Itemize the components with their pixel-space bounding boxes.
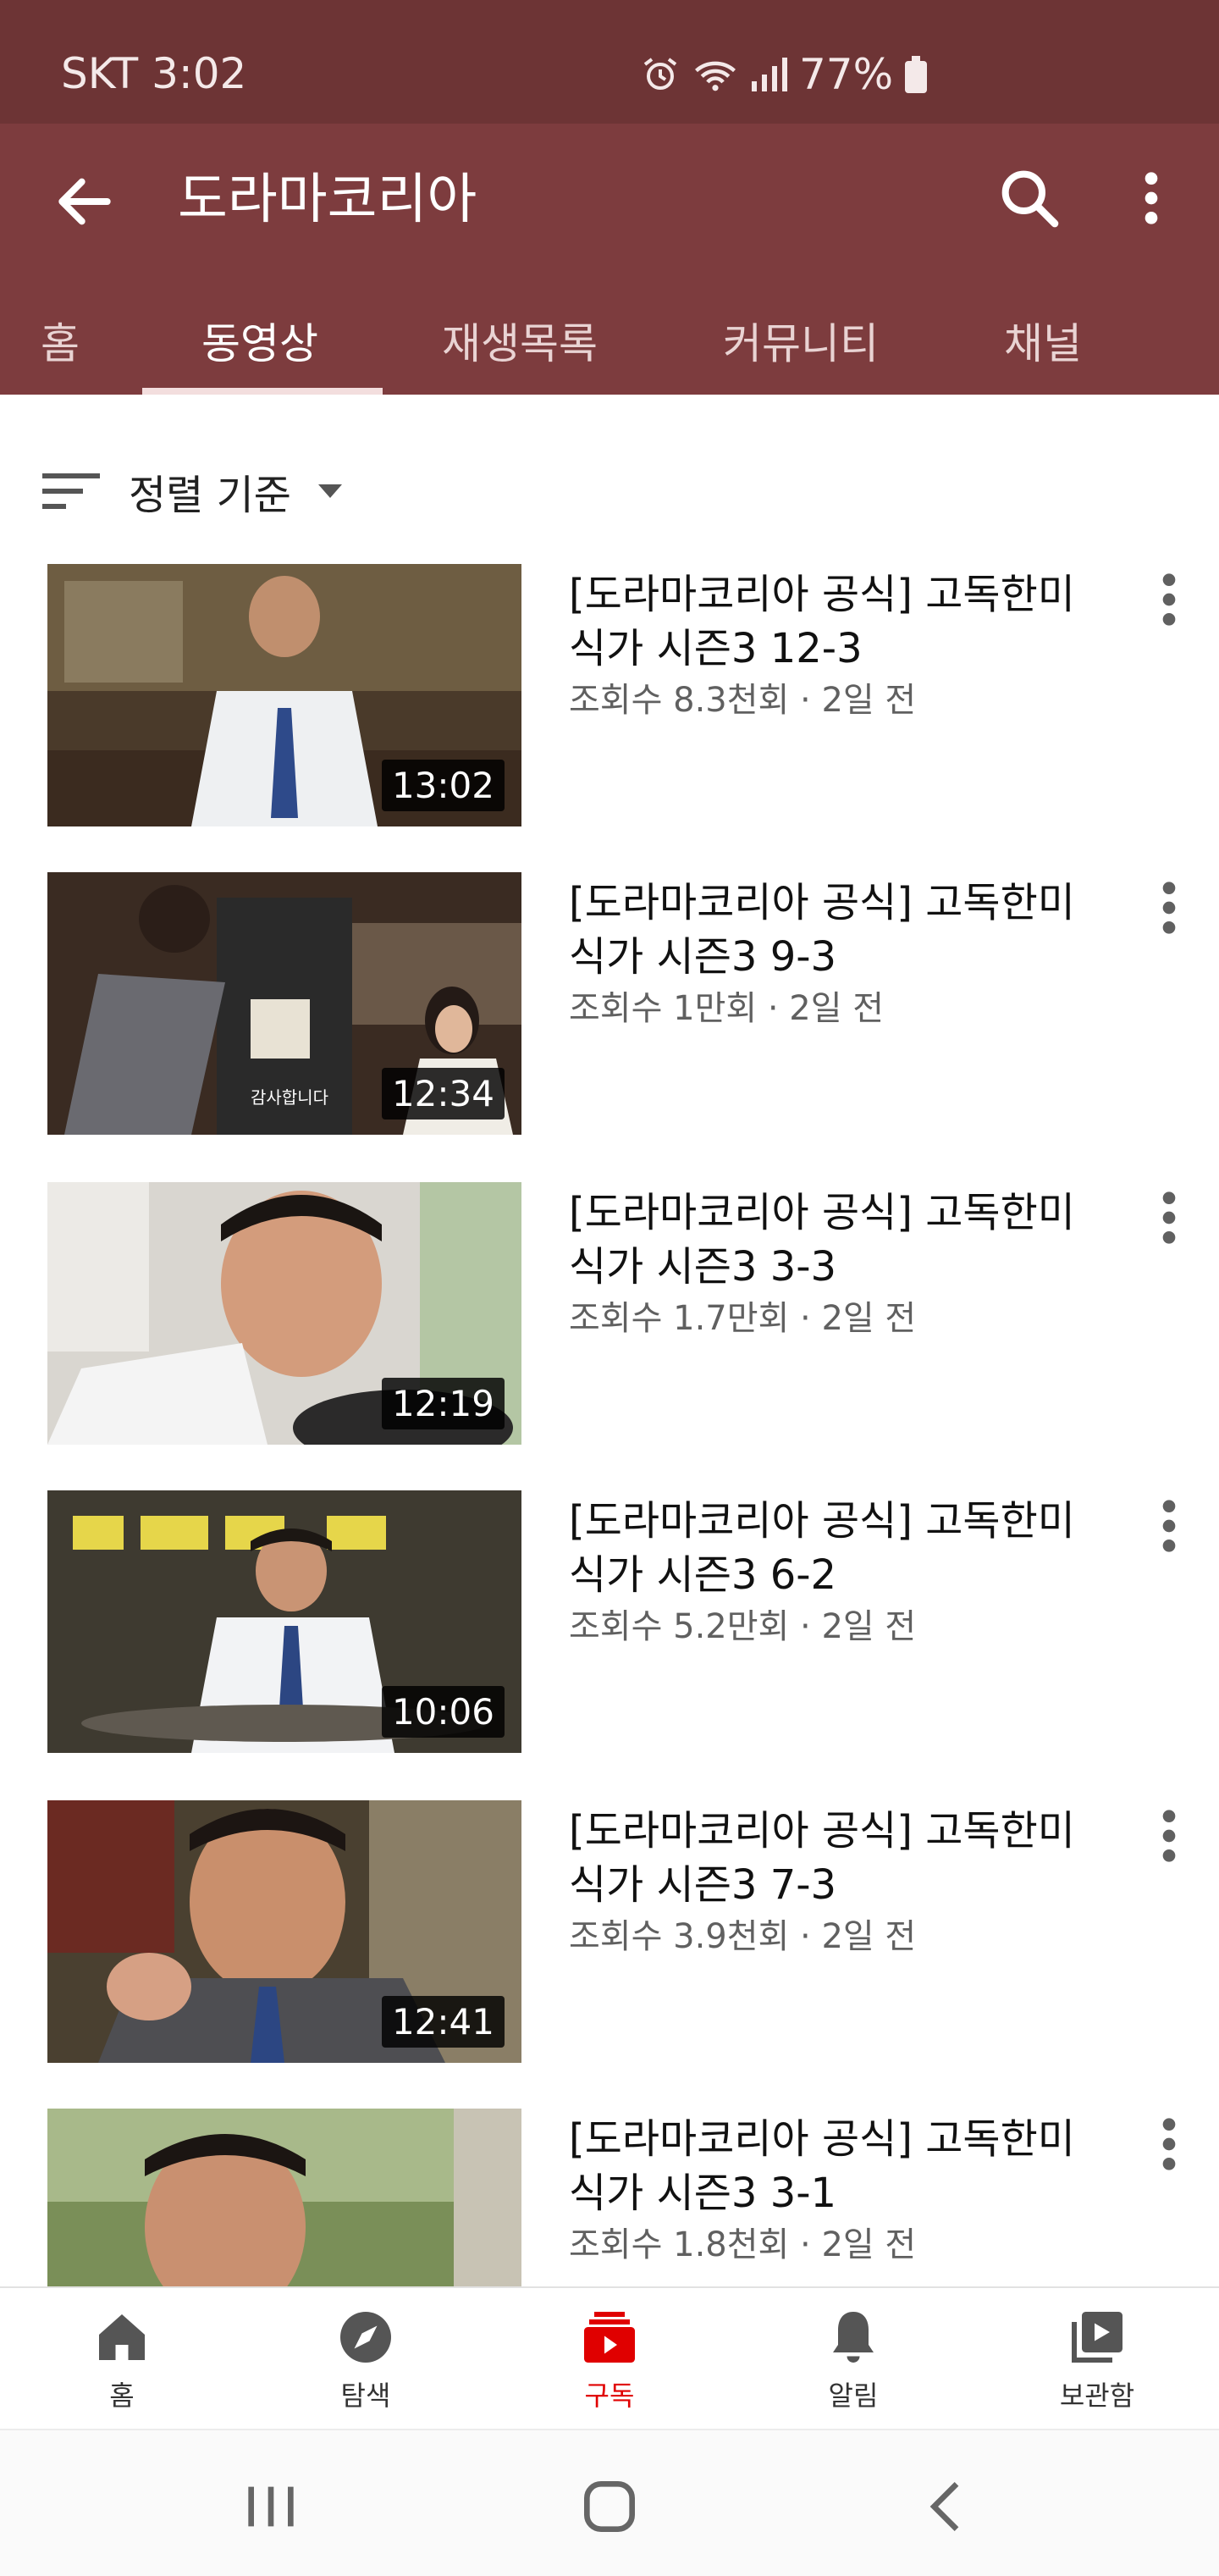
- subscriptions-icon: [584, 2312, 635, 2363]
- status-icons: 77%: [640, 49, 928, 100]
- video-duration: 12:19: [381, 1378, 505, 1429]
- video-thumbnail[interactable]: 13:02: [47, 564, 521, 826]
- video-title[interactable]: [도라마코리아 공식] 고독한미식가 시즌3 7-3: [569, 1804, 1111, 1912]
- video-duration: 10:06: [381, 1686, 505, 1738]
- nav-explore[interactable]: 탐색: [281, 2307, 450, 2413]
- signal-icon: [752, 58, 787, 91]
- video-meta: 조회수 5.2만회 · 2일 전: [569, 1607, 917, 1646]
- channel-title: 도라마코리아: [178, 169, 477, 231]
- video-thumbnail[interactable]: 12:41: [47, 1800, 521, 2063]
- wifi-icon: [695, 61, 736, 91]
- video-options-icon[interactable]: [1148, 1492, 1190, 1560]
- tab-community[interactable]: 커뮤니티: [723, 310, 879, 371]
- video-title[interactable]: [도라마코리아 공식] 고독한미식가 시즌3 3-1: [569, 2112, 1111, 2220]
- more-options-icon[interactable]: [1126, 164, 1177, 232]
- channel-tabs: 홈 동영상 재생목록 커뮤니티 채널: [0, 293, 1219, 395]
- video-thumbnail[interactable]: 10:06: [47, 1490, 521, 1753]
- video-thumbnail[interactable]: 12:19: [47, 1182, 521, 1445]
- tab-channels[interactable]: 채널: [1004, 310, 1082, 371]
- nav-subscriptions-label: 구독: [584, 2380, 635, 2412]
- video-meta: 조회수 1.7만회 · 2일 전: [569, 1299, 917, 1338]
- battery-percent: 77%: [799, 50, 894, 99]
- video-options-icon[interactable]: [1148, 1184, 1190, 1252]
- status-bar: SKT 3:02 77%: [0, 0, 1219, 124]
- video-options-icon[interactable]: [1148, 874, 1190, 942]
- tab-home[interactable]: 홈: [41, 310, 80, 371]
- carrier-time: SKT 3:02: [61, 49, 247, 98]
- system-navigation-bar: [0, 2429, 1219, 2576]
- sort-icon: [42, 473, 100, 509]
- video-title[interactable]: [도라마코리아 공식] 고독한미식가 시즌3 6-2: [569, 1494, 1111, 1602]
- video-options-icon[interactable]: [1148, 2110, 1190, 2178]
- tab-videos[interactable]: 동영상: [201, 310, 318, 371]
- battery-icon: [905, 56, 928, 93]
- video-options-icon[interactable]: [1148, 566, 1190, 633]
- video-thumbnail[interactable]: 감사합니다 12:34: [47, 872, 521, 1135]
- video-duration: 13:02: [381, 760, 505, 811]
- video-item[interactable]: 12:41 [도라마코리아 공식] 고독한미식가 시즌3 7-3 조회수 3.9…: [0, 1800, 1219, 2071]
- sort-button[interactable]: 정렬 기준: [42, 457, 347, 525]
- video-item[interactable]: 10:06 [도라마코리아 공식] 고독한미식가 시즌3 6-2 조회수 5.2…: [0, 1490, 1219, 1761]
- bell-icon: [833, 2312, 874, 2363]
- system-back-icon[interactable]: [914, 2473, 982, 2540]
- nav-notifications[interactable]: 알림: [769, 2307, 938, 2413]
- video-duration: 12:41: [381, 1996, 505, 2048]
- video-meta: 조회수 8.3천회 · 2일 전: [569, 681, 917, 720]
- tab-playlists[interactable]: 재생목록: [442, 310, 598, 371]
- active-tab-indicator: [142, 388, 383, 395]
- video-item[interactable]: 감사합니다 12:34 [도라마코리아 공식] 고독한미식가 시즌3 9-3 조…: [0, 872, 1219, 1143]
- app-bar: 도라마코리아 홈 동영상 재생목록 커뮤니티 채널: [0, 124, 1219, 395]
- video-item[interactable]: 13:02 [도라마코리아 공식] 고독한미식가 시즌3 12-3 조회수 8.…: [0, 564, 1219, 835]
- recent-apps-icon[interactable]: [237, 2473, 305, 2540]
- explore-icon: [340, 2312, 391, 2363]
- dropdown-arrow-icon: [317, 484, 342, 498]
- video-subtitle-caption: 감사합니다: [251, 1087, 328, 1108]
- home-icon: [99, 2314, 145, 2360]
- alarm-icon: [643, 58, 677, 90]
- search-icon[interactable]: [996, 164, 1063, 232]
- video-item[interactable]: 12:19 [도라마코리아 공식] 고독한미식가 시즌3 3-3 조회수 1.7…: [0, 1182, 1219, 1453]
- nav-notifications-label: 알림: [828, 2380, 879, 2412]
- video-title[interactable]: [도라마코리아 공식] 고독한미식가 시즌3 9-3: [569, 876, 1111, 984]
- library-icon: [1072, 2312, 1122, 2363]
- video-duration: 12:34: [381, 1068, 505, 1119]
- nav-library[interactable]: 보관함: [1012, 2307, 1182, 2413]
- nav-explore-label: 탐색: [340, 2380, 391, 2412]
- nav-home-label: 홈: [109, 2380, 135, 2412]
- sort-label: 정렬 기준: [129, 472, 291, 519]
- home-button-icon[interactable]: [576, 2473, 643, 2540]
- nav-subscriptions[interactable]: 구독: [525, 2307, 694, 2413]
- nav-library-label: 보관함: [1059, 2380, 1135, 2412]
- video-title[interactable]: [도라마코리아 공식] 고독한미식가 시즌3 3-3: [569, 1186, 1111, 1294]
- video-meta: 조회수 3.9천회 · 2일 전: [569, 1917, 917, 1956]
- video-options-icon[interactable]: [1148, 1802, 1190, 1870]
- video-meta: 조회수 1만회 · 2일 전: [569, 989, 885, 1028]
- nav-home[interactable]: 홈: [37, 2307, 207, 2413]
- back-arrow-icon[interactable]: [51, 168, 119, 235]
- video-meta: 조회수 1.8천회 · 2일 전: [569, 2225, 917, 2264]
- video-title[interactable]: [도라마코리아 공식] 고독한미식가 시즌3 12-3: [569, 567, 1111, 676]
- bottom-navigation: 홈 탐색 구독 알림 보관함: [0, 2286, 1219, 2430]
